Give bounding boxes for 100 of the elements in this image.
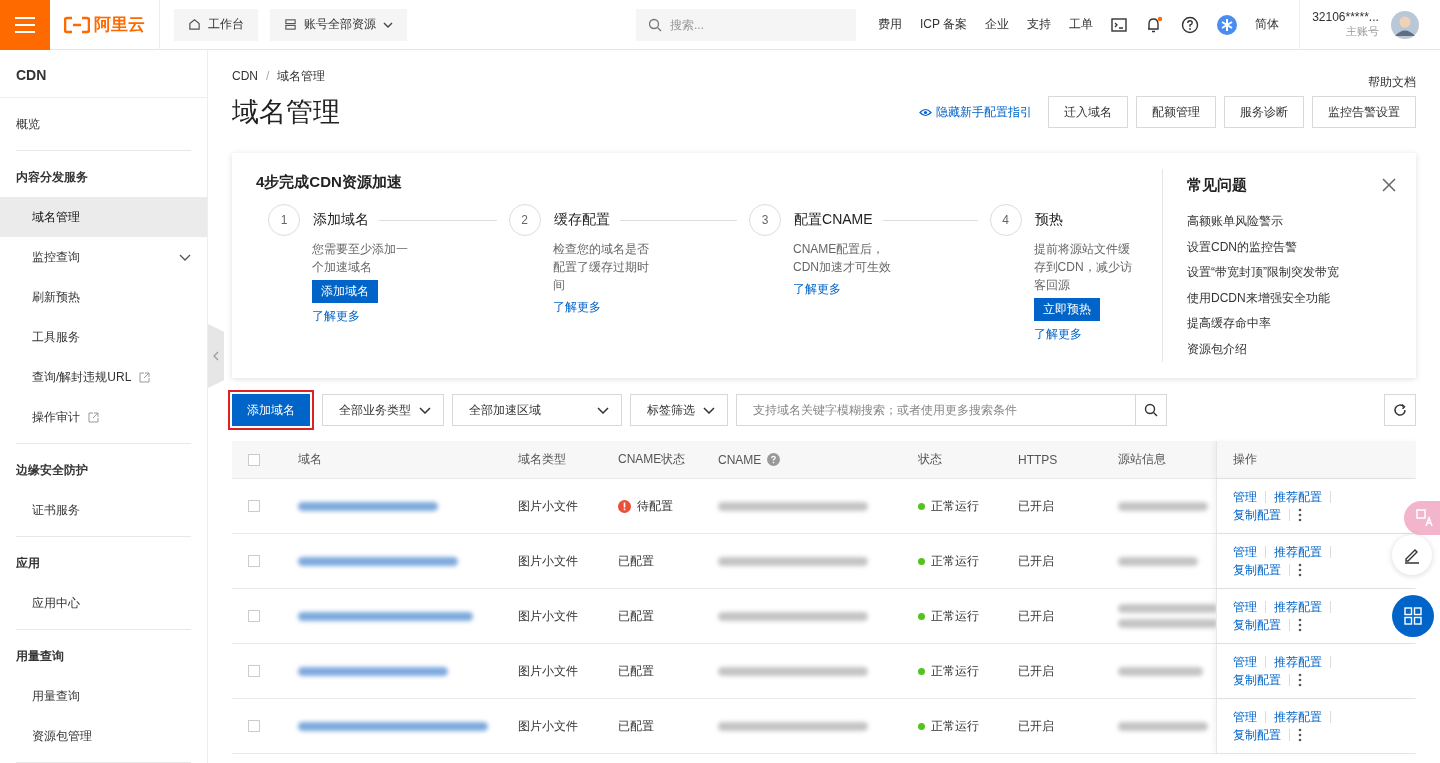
close-icon[interactable] [1382, 178, 1396, 192]
learn-more-link[interactable]: 了解更多 [793, 280, 894, 298]
faq-link[interactable]: 资源包介绍 [1187, 336, 1396, 362]
faq-link[interactable]: 设置“带宽封顶”限制突发带宽 [1187, 260, 1396, 286]
header-button[interactable]: 服务诊断 [1224, 96, 1304, 128]
blurred-domain[interactable] [298, 666, 448, 676]
nav-link[interactable]: ICP 备案 [920, 16, 968, 33]
step-description: 检查您的域名是否配置了缓存过期时间 [552, 241, 650, 294]
menu-button[interactable] [0, 0, 50, 50]
learn-more-link[interactable]: 了解更多 [552, 298, 653, 316]
search-field[interactable]: 搜索... [636, 8, 856, 41]
action-link[interactable]: 复制配置 [1233, 672, 1281, 688]
avatar-icon[interactable] [1390, 10, 1419, 39]
action-link[interactable]: 推荐配置 [1274, 489, 1322, 505]
action-link[interactable]: 推荐配置 [1274, 599, 1322, 615]
action-link[interactable]: 推荐配置 [1274, 654, 1322, 670]
checkbox[interactable] [248, 665, 260, 677]
blurred-domain[interactable] [298, 611, 473, 621]
edit-button[interactable] [1392, 535, 1432, 575]
learn-more-link[interactable]: 了解更多 [1033, 325, 1134, 343]
chevron-down-icon [179, 253, 191, 261]
action-link[interactable]: 推荐配置 [1274, 709, 1322, 725]
search-button[interactable] [1135, 394, 1167, 426]
user-name[interactable]: 32106*****... [1312, 10, 1379, 24]
filter-dropdown[interactable]: 标签筛选 [630, 394, 728, 426]
header-button[interactable]: 监控告警设置 [1312, 96, 1416, 128]
blurred-domain[interactable] [298, 501, 438, 511]
app-icon[interactable] [1217, 14, 1238, 35]
sidebar-item[interactable]: 刷新预热 [0, 277, 207, 317]
action-link[interactable]: 管理 [1233, 544, 1257, 560]
table-cell: 正常运行 [931, 552, 979, 570]
nav-link[interactable]: 企业 [985, 16, 1010, 33]
nav-link[interactable]: 工单 [1069, 16, 1094, 33]
sidebar-item[interactable]: 证书服务 [0, 490, 207, 530]
learn-more-link[interactable]: 了解更多 [312, 307, 412, 325]
faq-link[interactable]: 高额账单风险警示 [1187, 209, 1396, 235]
blurred-domain[interactable] [298, 721, 488, 731]
nav-link[interactable]: 费用 [878, 16, 902, 33]
resources-dropdown[interactable]: 账号全部资源 [270, 8, 407, 41]
action-link[interactable]: 推荐配置 [1274, 544, 1322, 560]
blurred-domain[interactable] [298, 556, 458, 566]
action-link[interactable]: 管理 [1233, 599, 1257, 615]
bell-icon[interactable] [1145, 15, 1164, 34]
action-link[interactable]: 复制配置 [1233, 617, 1281, 633]
faq-link[interactable]: 使用DCDN来增强安全功能 [1187, 285, 1396, 311]
step-button[interactable]: 立即预热 [1033, 298, 1100, 321]
more-icon[interactable] [1298, 618, 1302, 632]
collapse-handle[interactable] [208, 324, 224, 388]
checkbox[interactable] [248, 610, 260, 622]
refresh-button[interactable] [1384, 394, 1416, 426]
column-header: 状态 [918, 451, 942, 468]
sidebar-item[interactable]: 操作审计 [0, 397, 207, 437]
guide-title: 4步完成CDN资源加速 [256, 173, 403, 192]
hide-guide-link[interactable]: 隐藏新手配置指引 [919, 103, 1032, 121]
more-icon[interactable] [1298, 563, 1302, 577]
faq-link[interactable]: 提高缓存命中率 [1187, 311, 1396, 337]
section-heading: 内容分发服务 [16, 169, 89, 186]
sidebar-item[interactable]: 资源包管理 [0, 716, 207, 756]
sidebar-item[interactable]: 应用中心 [0, 583, 207, 623]
chevron-down-icon [703, 406, 715, 414]
add-domain-button[interactable]: 添加域名 [232, 394, 310, 426]
action-link[interactable]: 管理 [1233, 654, 1257, 670]
breadcrumb-link[interactable]: CDN [232, 69, 258, 83]
table-cell: 正常运行 [931, 497, 979, 515]
sidebar-item[interactable]: 域名管理 [0, 197, 207, 237]
language-link[interactable]: 简体 [1255, 16, 1280, 33]
sidebar-item[interactable]: 概览 [0, 104, 207, 144]
nav-link[interactable]: 支持 [1027, 16, 1052, 33]
apps-button[interactable] [1392, 595, 1434, 637]
sidebar-item[interactable]: 查询/解封违规URL [0, 357, 207, 397]
checkbox[interactable] [248, 720, 260, 732]
terminal-icon[interactable] [1111, 17, 1128, 32]
more-icon[interactable] [1298, 728, 1302, 742]
checkbox[interactable] [248, 555, 260, 567]
step-button[interactable]: 添加域名 [312, 280, 378, 303]
workbench-button[interactable]: 工作台 [174, 8, 258, 41]
action-link[interactable]: 复制配置 [1233, 727, 1281, 743]
breadcrumb-link[interactable]: 域名管理 [277, 67, 326, 85]
help-link[interactable]: 帮助文档 [1368, 61, 1416, 91]
sidebar-item[interactable]: 用量查询 [0, 676, 207, 716]
header-button[interactable]: 配额管理 [1136, 96, 1216, 128]
more-icon[interactable] [1298, 508, 1302, 522]
help-icon[interactable] [1181, 15, 1200, 34]
checkbox[interactable] [248, 453, 260, 466]
action-link[interactable]: 复制配置 [1233, 507, 1281, 523]
action-link[interactable]: 管理 [1233, 709, 1257, 725]
chevron-down-icon [383, 21, 393, 28]
checkbox[interactable] [248, 500, 260, 512]
more-icon[interactable] [1298, 673, 1302, 687]
action-link[interactable]: 管理 [1233, 489, 1257, 505]
sidebar-item[interactable]: 工具服务 [0, 317, 207, 357]
column-header: 域名 [298, 451, 322, 468]
faq-link[interactable]: 设置CDN的监控告警 [1187, 234, 1396, 260]
action-link[interactable]: 复制配置 [1233, 562, 1281, 578]
sidebar-item[interactable]: 监控查询 [0, 237, 207, 277]
filter-dropdown[interactable]: 全部加速区域 [452, 394, 622, 426]
filter-dropdown[interactable]: 全部业务类型 [322, 394, 444, 426]
domain-search-field[interactable]: 支持域名关键字模糊搜索；或者使用更多搜索条件 [736, 394, 1136, 426]
header-button[interactable]: 迁入域名 [1048, 96, 1128, 128]
table-cell: 已开启 [1018, 552, 1054, 570]
